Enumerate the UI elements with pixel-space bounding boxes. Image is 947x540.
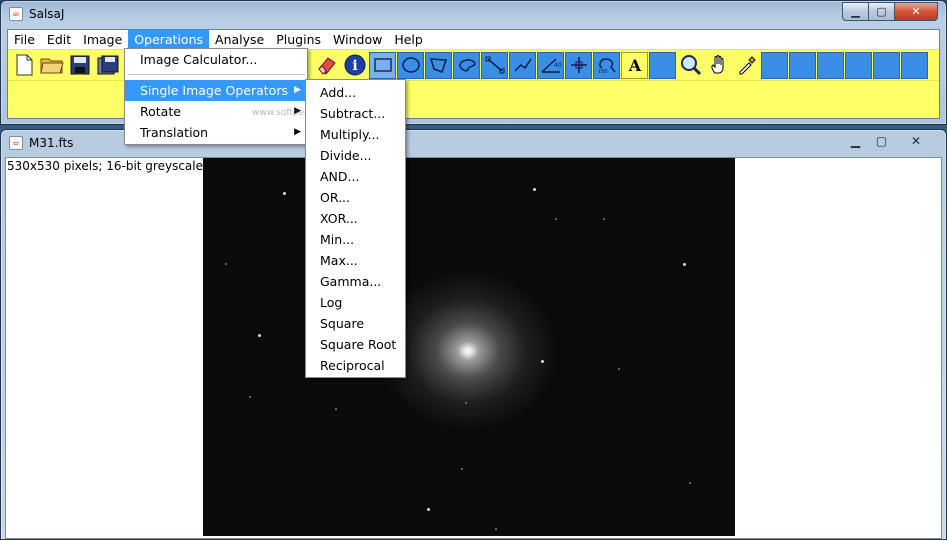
menu-item-label: Translation <box>140 125 209 140</box>
menu-item-xor[interactable]: XOR... <box>306 208 405 229</box>
magnifier-icon[interactable] <box>677 52 704 79</box>
menu-help[interactable]: Help <box>388 30 429 50</box>
java-app-icon: ☕ <box>9 7 23 21</box>
image-info-text: 530x530 pixels; 16-bit greyscale; 548 <box>7 159 234 173</box>
menu-item-gamma[interactable]: Gamma... <box>306 271 405 292</box>
menu-separator <box>127 74 305 75</box>
star <box>683 263 686 266</box>
oval-tool-icon[interactable] <box>397 51 424 79</box>
close-button[interactable]: ✕ <box>894 2 938 21</box>
star <box>555 218 557 220</box>
java-app-icon: ☕ <box>9 136 23 150</box>
rectangle-tool-icon[interactable] <box>369 51 396 79</box>
save-all-icon[interactable] <box>94 52 121 79</box>
menu-file[interactable]: File <box>8 30 41 50</box>
star <box>541 360 544 363</box>
operations-menu: Image Calculator... Single Image Operato… <box>124 48 308 145</box>
svg-text:ISO: ISO <box>599 69 608 74</box>
info-icon[interactable]: i <box>341 52 368 79</box>
maximize-button[interactable]: ▢ <box>868 131 895 150</box>
polyline-tool-icon[interactable] <box>509 51 536 79</box>
close-button[interactable]: ✕ <box>894 131 938 150</box>
menu-window[interactable]: Window <box>327 30 388 50</box>
star <box>249 396 251 398</box>
toolbar-empty-slot[interactable] <box>789 51 816 79</box>
menu-edit[interactable]: Edit <box>41 30 77 50</box>
star <box>465 402 467 404</box>
freehand-tool-icon[interactable] <box>453 51 480 79</box>
submenu-arrow-icon: ▶ <box>294 127 301 137</box>
image-window-controls: ▁ ▢ ✕ <box>843 131 938 151</box>
menu-item-log[interactable]: Log <box>306 292 405 313</box>
menu-item-subtract[interactable]: Subtract... <box>306 103 405 124</box>
menu-item-add[interactable]: Add... <box>306 82 405 103</box>
eraser-icon[interactable] <box>313 52 340 79</box>
svg-text:A: A <box>627 56 641 74</box>
single-image-operators-submenu: Add... Subtract... Multiply... Divide...… <box>305 79 406 378</box>
text-tool-icon[interactable]: A <box>621 51 648 79</box>
new-document-icon[interactable] <box>10 52 37 79</box>
toolbar-empty-slot[interactable] <box>901 51 928 79</box>
hand-icon[interactable] <box>705 52 732 79</box>
star <box>335 408 337 410</box>
submenu-arrow-icon: ▶ <box>294 85 301 95</box>
maximize-button[interactable]: ▢ <box>868 2 895 21</box>
svg-text:i: i <box>352 58 357 74</box>
star <box>603 218 605 220</box>
image-window-title: M31.fts <box>29 136 74 150</box>
save-icon[interactable] <box>66 52 93 79</box>
menu-item-translation[interactable]: Translation ▶ <box>125 122 307 143</box>
menu-item-min[interactable]: Min... <box>306 229 405 250</box>
star <box>533 188 536 191</box>
dropper-icon[interactable] <box>733 52 760 79</box>
image-window: ☕ M31.fts ▁ ▢ ✕ 530x530 pixels; 16-bit g… <box>0 129 947 540</box>
menu-operations[interactable]: Operations <box>128 29 210 50</box>
crosshair-tool-icon[interactable] <box>565 51 592 79</box>
star <box>427 508 430 511</box>
toolbar-empty-slot[interactable] <box>817 51 844 79</box>
open-folder-icon[interactable] <box>38 52 65 79</box>
line-tool-icon[interactable] <box>481 51 508 79</box>
minimize-button[interactable]: ▁ <box>842 2 869 21</box>
menubar: File Edit Image Operations Analyse Plugi… <box>8 29 939 50</box>
menu-item-label: Image Calculator... <box>140 52 258 67</box>
polygon-tool-icon[interactable] <box>425 51 452 79</box>
menu-image[interactable]: Image <box>77 30 128 50</box>
toolbar-empty-slot[interactable] <box>845 51 872 79</box>
menu-item-max[interactable]: Max... <box>306 250 405 271</box>
toolbar-empty-slot[interactable] <box>761 51 788 79</box>
star <box>283 192 286 195</box>
angle-tool-icon[interactable]: 40° <box>537 51 564 79</box>
star <box>618 368 620 370</box>
menu-item-multiply[interactable]: Multiply... <box>306 124 405 145</box>
wand-tool-icon[interactable]: ISO <box>593 51 620 79</box>
menu-analyse[interactable]: Analyse <box>209 30 270 50</box>
menu-plugins[interactable]: Plugins <box>270 30 327 50</box>
menu-item-single-image-operators[interactable]: Single Image Operators ▶ <box>125 80 307 101</box>
galaxy-image-canvas[interactable] <box>203 158 735 536</box>
star <box>495 528 497 530</box>
star <box>225 263 227 265</box>
menu-item-and[interactable]: AND... <box>306 166 405 187</box>
menu-item-divide[interactable]: Divide... <box>306 145 405 166</box>
toolbar-empty-slot[interactable] <box>873 51 900 79</box>
menu-item-reciprocal[interactable]: Reciprocal <box>306 355 405 376</box>
minimize-button[interactable]: ▁ <box>842 131 869 150</box>
menu-item-square-root[interactable]: Square Root <box>306 334 405 355</box>
menu-item-square[interactable]: Square <box>306 313 405 334</box>
star <box>689 482 691 484</box>
menu-item-or[interactable]: OR... <box>306 187 405 208</box>
menu-item-label: Single Image Operators <box>140 83 288 98</box>
menu-item-image-calculator[interactable]: Image Calculator... <box>125 49 307 70</box>
star <box>461 468 463 470</box>
svg-text:40°: 40° <box>554 62 562 69</box>
blank-tool-icon[interactable] <box>649 51 676 79</box>
main-titlebar[interactable]: ☕ SalsaJ ▁ ▢ ✕ <box>1 1 946 29</box>
star <box>258 334 261 337</box>
menu-item-label: Rotate <box>140 104 181 119</box>
main-window-title: SalsaJ <box>29 7 65 21</box>
main-window-controls: ▁ ▢ ✕ <box>842 2 938 22</box>
